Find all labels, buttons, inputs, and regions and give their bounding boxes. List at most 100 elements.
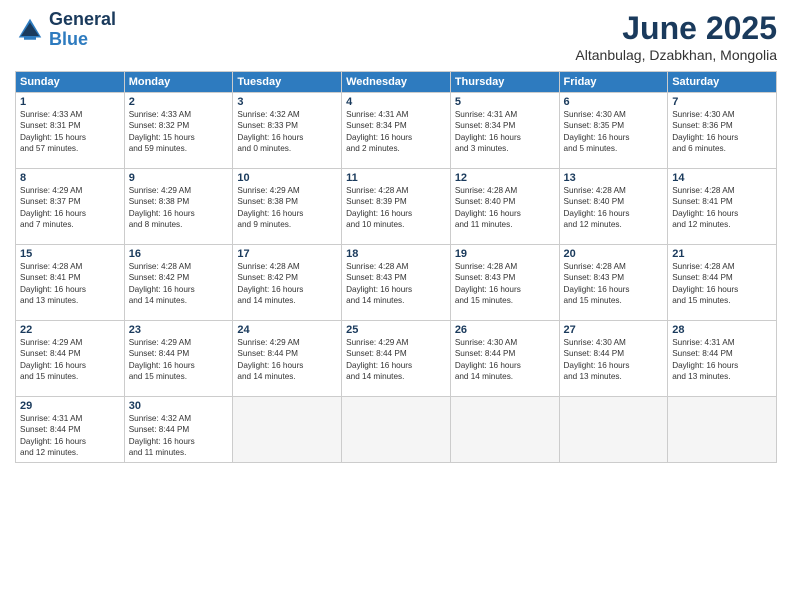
- table-row: 4Sunrise: 4:31 AMSunset: 8:34 PMDaylight…: [342, 93, 451, 169]
- table-row: [450, 397, 559, 463]
- table-row: 22Sunrise: 4:29 AMSunset: 8:44 PMDayligh…: [16, 321, 125, 397]
- table-row: 7Sunrise: 4:30 AMSunset: 8:36 PMDaylight…: [668, 93, 777, 169]
- table-row: 25Sunrise: 4:29 AMSunset: 8:44 PMDayligh…: [342, 321, 451, 397]
- day-info: Sunrise: 4:30 AMSunset: 8:44 PMDaylight:…: [455, 337, 555, 383]
- table-row: 5Sunrise: 4:31 AMSunset: 8:34 PMDaylight…: [450, 93, 559, 169]
- calendar-header-row: Sunday Monday Tuesday Wednesday Thursday…: [16, 72, 777, 93]
- table-row: [559, 397, 668, 463]
- logo-icon: [15, 15, 45, 45]
- day-info: Sunrise: 4:28 AMSunset: 8:39 PMDaylight:…: [346, 185, 446, 231]
- day-number: 15: [20, 248, 120, 260]
- table-row: [668, 397, 777, 463]
- table-row: 16Sunrise: 4:28 AMSunset: 8:42 PMDayligh…: [124, 245, 233, 321]
- table-row: 26Sunrise: 4:30 AMSunset: 8:44 PMDayligh…: [450, 321, 559, 397]
- day-info: Sunrise: 4:31 AMSunset: 8:44 PMDaylight:…: [20, 413, 120, 459]
- table-row: 28Sunrise: 4:31 AMSunset: 8:44 PMDayligh…: [668, 321, 777, 397]
- table-row: 23Sunrise: 4:29 AMSunset: 8:44 PMDayligh…: [124, 321, 233, 397]
- day-number: 9: [129, 172, 229, 184]
- day-info: Sunrise: 4:28 AMSunset: 8:42 PMDaylight:…: [129, 261, 229, 307]
- day-number: 1: [20, 96, 120, 108]
- day-info: Sunrise: 4:29 AMSunset: 8:44 PMDaylight:…: [129, 337, 229, 383]
- table-row: 1Sunrise: 4:33 AMSunset: 8:31 PMDaylight…: [16, 93, 125, 169]
- table-row: 24Sunrise: 4:29 AMSunset: 8:44 PMDayligh…: [233, 321, 342, 397]
- day-number: 16: [129, 248, 229, 260]
- day-number: 5: [455, 96, 555, 108]
- day-info: Sunrise: 4:31 AMSunset: 8:34 PMDaylight:…: [346, 109, 446, 155]
- day-info: Sunrise: 4:28 AMSunset: 8:42 PMDaylight:…: [237, 261, 337, 307]
- day-number: 18: [346, 248, 446, 260]
- day-number: 6: [564, 96, 664, 108]
- logo-line1: General: [49, 10, 116, 30]
- table-row: 2Sunrise: 4:33 AMSunset: 8:32 PMDaylight…: [124, 93, 233, 169]
- table-row: [233, 397, 342, 463]
- day-info: Sunrise: 4:32 AMSunset: 8:33 PMDaylight:…: [237, 109, 337, 155]
- logo-line2: Blue: [49, 30, 116, 50]
- day-number: 23: [129, 324, 229, 336]
- day-number: 25: [346, 324, 446, 336]
- col-thursday: Thursday: [450, 72, 559, 93]
- col-friday: Friday: [559, 72, 668, 93]
- day-info: Sunrise: 4:28 AMSunset: 8:41 PMDaylight:…: [672, 185, 772, 231]
- day-number: 2: [129, 96, 229, 108]
- day-info: Sunrise: 4:30 AMSunset: 8:36 PMDaylight:…: [672, 109, 772, 155]
- table-row: 13Sunrise: 4:28 AMSunset: 8:40 PMDayligh…: [559, 169, 668, 245]
- day-info: Sunrise: 4:28 AMSunset: 8:40 PMDaylight:…: [455, 185, 555, 231]
- day-number: 4: [346, 96, 446, 108]
- table-row: 18Sunrise: 4:28 AMSunset: 8:43 PMDayligh…: [342, 245, 451, 321]
- day-number: 8: [20, 172, 120, 184]
- table-row: [342, 397, 451, 463]
- table-row: 3Sunrise: 4:32 AMSunset: 8:33 PMDaylight…: [233, 93, 342, 169]
- day-number: 11: [346, 172, 446, 184]
- table-row: 14Sunrise: 4:28 AMSunset: 8:41 PMDayligh…: [668, 169, 777, 245]
- day-info: Sunrise: 4:33 AMSunset: 8:31 PMDaylight:…: [20, 109, 120, 155]
- day-info: Sunrise: 4:33 AMSunset: 8:32 PMDaylight:…: [129, 109, 229, 155]
- day-info: Sunrise: 4:28 AMSunset: 8:43 PMDaylight:…: [564, 261, 664, 307]
- day-number: 14: [672, 172, 772, 184]
- col-monday: Monday: [124, 72, 233, 93]
- month-title: June 2025: [575, 10, 777, 47]
- table-row: 17Sunrise: 4:28 AMSunset: 8:42 PMDayligh…: [233, 245, 342, 321]
- table-row: 21Sunrise: 4:28 AMSunset: 8:44 PMDayligh…: [668, 245, 777, 321]
- page: General Blue June 2025 Altanbulag, Dzabk…: [0, 0, 792, 612]
- day-number: 28: [672, 324, 772, 336]
- header: General Blue June 2025 Altanbulag, Dzabk…: [15, 10, 777, 63]
- table-row: 9Sunrise: 4:29 AMSunset: 8:38 PMDaylight…: [124, 169, 233, 245]
- table-row: 30Sunrise: 4:32 AMSunset: 8:44 PMDayligh…: [124, 397, 233, 463]
- table-row: 12Sunrise: 4:28 AMSunset: 8:40 PMDayligh…: [450, 169, 559, 245]
- day-info: Sunrise: 4:29 AMSunset: 8:37 PMDaylight:…: [20, 185, 120, 231]
- table-row: 20Sunrise: 4:28 AMSunset: 8:43 PMDayligh…: [559, 245, 668, 321]
- day-info: Sunrise: 4:29 AMSunset: 8:38 PMDaylight:…: [129, 185, 229, 231]
- day-number: 30: [129, 400, 229, 412]
- day-info: Sunrise: 4:29 AMSunset: 8:44 PMDaylight:…: [346, 337, 446, 383]
- day-number: 12: [455, 172, 555, 184]
- logo: General Blue: [15, 10, 116, 50]
- day-info: Sunrise: 4:29 AMSunset: 8:44 PMDaylight:…: [237, 337, 337, 383]
- day-info: Sunrise: 4:30 AMSunset: 8:44 PMDaylight:…: [564, 337, 664, 383]
- day-info: Sunrise: 4:28 AMSunset: 8:41 PMDaylight:…: [20, 261, 120, 307]
- day-number: 20: [564, 248, 664, 260]
- day-info: Sunrise: 4:31 AMSunset: 8:44 PMDaylight:…: [672, 337, 772, 383]
- day-info: Sunrise: 4:29 AMSunset: 8:38 PMDaylight:…: [237, 185, 337, 231]
- table-row: 10Sunrise: 4:29 AMSunset: 8:38 PMDayligh…: [233, 169, 342, 245]
- table-row: 8Sunrise: 4:29 AMSunset: 8:37 PMDaylight…: [16, 169, 125, 245]
- day-number: 13: [564, 172, 664, 184]
- col-wednesday: Wednesday: [342, 72, 451, 93]
- day-number: 10: [237, 172, 337, 184]
- day-number: 19: [455, 248, 555, 260]
- title-block: June 2025 Altanbulag, Dzabkhan, Mongolia: [575, 10, 777, 63]
- day-info: Sunrise: 4:28 AMSunset: 8:43 PMDaylight:…: [455, 261, 555, 307]
- location-title: Altanbulag, Dzabkhan, Mongolia: [575, 47, 777, 63]
- day-info: Sunrise: 4:28 AMSunset: 8:43 PMDaylight:…: [346, 261, 446, 307]
- day-number: 3: [237, 96, 337, 108]
- day-info: Sunrise: 4:29 AMSunset: 8:44 PMDaylight:…: [20, 337, 120, 383]
- table-row: 11Sunrise: 4:28 AMSunset: 8:39 PMDayligh…: [342, 169, 451, 245]
- day-info: Sunrise: 4:31 AMSunset: 8:34 PMDaylight:…: [455, 109, 555, 155]
- calendar: Sunday Monday Tuesday Wednesday Thursday…: [15, 71, 777, 463]
- table-row: 27Sunrise: 4:30 AMSunset: 8:44 PMDayligh…: [559, 321, 668, 397]
- day-info: Sunrise: 4:32 AMSunset: 8:44 PMDaylight:…: [129, 413, 229, 459]
- col-sunday: Sunday: [16, 72, 125, 93]
- day-number: 22: [20, 324, 120, 336]
- day-number: 21: [672, 248, 772, 260]
- day-info: Sunrise: 4:28 AMSunset: 8:40 PMDaylight:…: [564, 185, 664, 231]
- day-number: 24: [237, 324, 337, 336]
